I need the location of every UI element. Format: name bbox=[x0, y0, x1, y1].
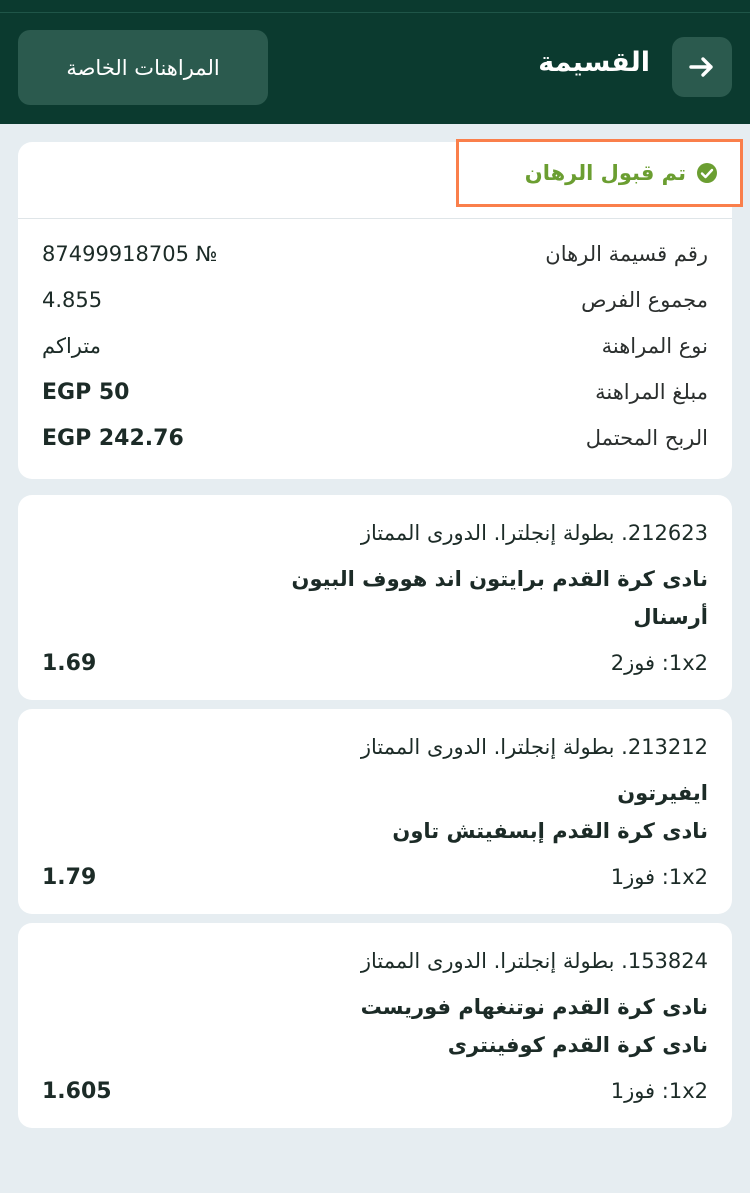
odd-value: 1.605 bbox=[42, 1079, 112, 1104]
team-away: نادى كرة القدم كوفينترى bbox=[447, 1033, 708, 1057]
check-circle-icon bbox=[697, 163, 717, 183]
ticket-number: 87499918705 № bbox=[42, 242, 218, 266]
status-bar: تم قبول الرهان bbox=[18, 139, 743, 219]
app-header: القسيمة المراهنات الخاصة bbox=[0, 13, 750, 124]
summary-row-potential-win: الربح المحتمل EGP 242.76 bbox=[42, 426, 708, 466]
team-away: نادى كرة القدم إبسفيتش تاون bbox=[392, 819, 708, 843]
selection-card: 153824. بطولة إنجلترا. الدورى الممتاز نا… bbox=[18, 923, 732, 1128]
potential-win-value: EGP 242.76 bbox=[42, 426, 184, 451]
row-label: مجموع الفرص bbox=[581, 288, 708, 312]
arrow-right-icon bbox=[689, 57, 713, 77]
selection-card: 212623. بطولة إنجلترا. الدورى الممتاز نا… bbox=[18, 495, 732, 700]
odd-value: 1.79 bbox=[42, 865, 97, 890]
summary-row-total-odds: مجموع الفرص 4.855 bbox=[42, 288, 708, 328]
status-badge: تم قبول الرهان bbox=[456, 139, 743, 207]
market-outcome: 1x2: فوز1 bbox=[610, 1079, 708, 1103]
my-bets-button[interactable]: المراهنات الخاصة bbox=[18, 30, 268, 105]
back-button[interactable] bbox=[672, 37, 732, 97]
league-name: 213212. بطولة إنجلترا. الدورى الممتاز bbox=[360, 735, 708, 759]
row-label: نوع المراهنة bbox=[601, 334, 708, 358]
summary-row-stake: مبلغ المراهنة EGP 50 bbox=[42, 380, 708, 420]
market-outcome: 1x2: فوز2 bbox=[610, 651, 708, 675]
selection-card: 213212. بطولة إنجلترا. الدورى الممتاز اي… bbox=[18, 709, 732, 914]
status-strip bbox=[0, 0, 750, 12]
team-home: نادى كرة القدم نوتنغهام فوريست bbox=[360, 995, 708, 1019]
summary-row-ticket: رقم قسيمة الرهان 87499918705 № bbox=[42, 242, 708, 282]
league-name: 153824. بطولة إنجلترا. الدورى الممتاز bbox=[360, 949, 708, 973]
team-home: ايفيرتون bbox=[617, 781, 708, 805]
status-text: تم قبول الرهان bbox=[524, 161, 686, 185]
total-odds-value: 4.855 bbox=[42, 288, 103, 312]
stake-value: EGP 50 bbox=[42, 380, 130, 405]
team-home: نادى كرة القدم برايتون اند هووف البيون bbox=[291, 567, 708, 591]
odd-value: 1.69 bbox=[42, 651, 97, 676]
market-outcome: 1x2: فوز1 bbox=[610, 865, 708, 889]
bet-summary-card: تم قبول الرهان رقم قسيمة الرهان 87499918… bbox=[18, 139, 743, 479]
bet-type-value: متراكم bbox=[42, 334, 101, 358]
league-name: 212623. بطولة إنجلترا. الدورى الممتاز bbox=[360, 521, 708, 545]
team-away: أرسنال bbox=[633, 605, 708, 629]
row-label: الربح المحتمل bbox=[585, 426, 708, 450]
page-title: القسيمة bbox=[538, 47, 650, 78]
summary-row-bet-type: نوع المراهنة متراكم bbox=[42, 334, 708, 374]
row-label: مبلغ المراهنة bbox=[595, 380, 708, 404]
row-label: رقم قسيمة الرهان bbox=[545, 242, 708, 266]
